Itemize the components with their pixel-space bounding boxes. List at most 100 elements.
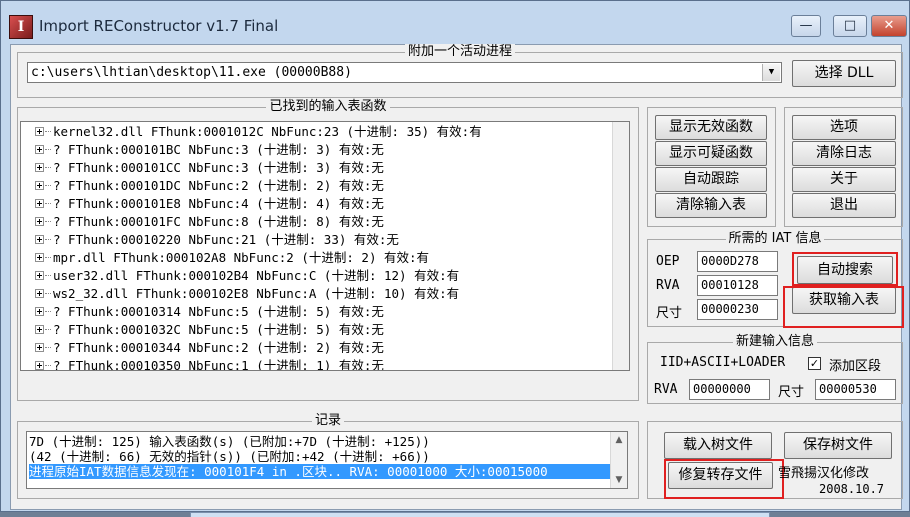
tree-connector-line (45, 149, 51, 150)
import-tree-row-label: ? FThunk:000101FC NbFunc:8 (十进制: 8) 有效:无 (53, 214, 384, 229)
expand-plus-icon[interactable] (35, 145, 44, 154)
import-tree-row[interactable]: ? FThunk:0001032C NbFunc:5 (十进制: 5) 有效:无 (21, 321, 611, 339)
log-scrollbar[interactable]: ▲ ▼ (610, 432, 627, 488)
import-tree-row-label: user32.dll FThunk:000102B4 NbFunc:C (十进制… (53, 268, 460, 283)
add-section-checkbox[interactable]: ✓ (808, 357, 821, 370)
app-icon: I (9, 15, 33, 39)
iat-size-input[interactable]: 00000230 (697, 299, 778, 320)
tree-connector-line (45, 311, 51, 312)
log-group-label: 记录 (311, 413, 344, 428)
import-tree-row-label: ? FThunk:000101E8 NbFunc:4 (十进制: 4) 有效:无 (53, 196, 384, 211)
scroll-up-icon[interactable]: ▲ (611, 432, 627, 448)
close-button[interactable]: ✕ (871, 15, 907, 37)
expand-plus-icon[interactable] (35, 289, 44, 298)
expand-plus-icon[interactable] (35, 163, 44, 172)
tree-connector-line (45, 203, 51, 204)
exit-button[interactable]: 退出 (792, 193, 896, 218)
import-tree-row[interactable]: ? FThunk:00010220 NbFunc:21 (十进制: 33) 有效… (21, 231, 611, 249)
import-tree-row-label: ws2_32.dll FThunk:000102E8 NbFunc:A (十进制… (53, 286, 460, 301)
expand-plus-icon[interactable] (35, 127, 44, 136)
import-tree-row-label: ? FThunk:000101CC NbFunc:3 (十进制: 3) 有效:无 (53, 160, 384, 175)
import-tree-row[interactable]: ? FThunk:00010350 NbFunc:1 (十进制: 1) 有效:无 (21, 357, 611, 371)
highlight-fix-dump (664, 459, 784, 499)
new-import-group-label: 新建输入信息 (732, 334, 817, 349)
import-mode-label: IID+ASCII+LOADER (660, 355, 786, 370)
import-tree-row-label: ? FThunk:00010220 NbFunc:21 (十进制: 33) 有效… (53, 232, 399, 247)
credit-date: 2008.10.7 (819, 482, 885, 496)
highlight-auto-search (792, 252, 898, 286)
minimize-button[interactable]: — (791, 15, 821, 37)
expand-plus-icon[interactable] (35, 235, 44, 244)
tree-connector-line (45, 293, 51, 294)
import-tree-row[interactable]: kernel32.dll FThunk:0001012C NbFunc:23 (… (21, 123, 611, 141)
tree-connector-line (45, 329, 51, 330)
background-window-edge (190, 512, 770, 517)
expand-plus-icon[interactable] (35, 217, 44, 226)
scroll-down-icon[interactable]: ▼ (611, 472, 627, 488)
maximize-button[interactable]: □ (833, 15, 867, 37)
new-rva-label: RVA (654, 382, 678, 397)
attach-group-label: 附加一个活动进程 (404, 44, 515, 59)
import-tree-row-label: ? FThunk:00010344 NbFunc:2 (十进制: 2) 有效:无 (53, 340, 384, 355)
expand-plus-icon[interactable] (35, 253, 44, 262)
import-tree-row-label: mpr.dll FThunk:000102A8 NbFunc:2 (十进制: 2… (53, 250, 430, 265)
expand-plus-icon[interactable] (35, 343, 44, 352)
import-tree-row[interactable]: ws2_32.dll FThunk:000102E8 NbFunc:A (十进制… (21, 285, 611, 303)
process-combo[interactable]: c:\users\lhtian\desktop\11.exe (00000B88… (27, 62, 782, 83)
import-tree-row-label: ? FThunk:00010314 NbFunc:5 (十进制: 5) 有效:无 (53, 304, 384, 319)
select-dll-button[interactable]: 选择 DLL (792, 60, 896, 87)
log-line-selected[interactable]: 进程原始IAT数据信息发现在: 000101F4 in .区块.. RVA: 0… (29, 464, 613, 479)
expand-plus-icon[interactable] (35, 307, 44, 316)
import-tree-row[interactable]: ? FThunk:00010314 NbFunc:5 (十进制: 5) 有效:无 (21, 303, 611, 321)
highlight-get-imports (783, 286, 904, 328)
import-tree-row-label: ? FThunk:0001032C NbFunc:5 (十进制: 5) 有效:无 (53, 322, 384, 337)
new-size-label: 尺寸 (778, 385, 805, 400)
import-tree-row-label: ? FThunk:000101DC NbFunc:2 (十进制: 2) 有效:无 (53, 178, 384, 193)
imports-tree[interactable]: kernel32.dll FThunk:0001012C NbFunc:23 (… (20, 121, 630, 371)
clear-imports-button[interactable]: 清除输入表 (655, 193, 767, 218)
expand-plus-icon[interactable] (35, 361, 44, 370)
imports-group-label: 已找到的输入表函数 (266, 99, 390, 114)
iat-rva-label: RVA (656, 278, 680, 293)
show-invalid-button[interactable]: 显示无效函数 (655, 115, 767, 140)
log-line: 7D (十进制: 125) 输入表函数(s) (已附加:+7D (十进制: +1… (29, 434, 430, 449)
import-tree-row-label: ? FThunk:00010350 NbFunc:1 (十进制: 1) 有效:无 (53, 358, 384, 371)
auto-trace-button[interactable]: 自动跟踪 (655, 167, 767, 192)
options-button[interactable]: 选项 (792, 115, 896, 140)
import-tree-row[interactable]: ? FThunk:000101FC NbFunc:8 (十进制: 8) 有效:无 (21, 213, 611, 231)
tree-connector-line (45, 257, 51, 258)
expand-plus-icon[interactable] (35, 325, 44, 334)
import-tree-row[interactable]: ? FThunk:000101DC NbFunc:2 (十进制: 2) 有效:无 (21, 177, 611, 195)
show-suspect-button[interactable]: 显示可疑函数 (655, 141, 767, 166)
import-tree-row[interactable]: user32.dll FThunk:000102B4 NbFunc:C (十进制… (21, 267, 611, 285)
tree-connector-line (45, 239, 51, 240)
tree-connector-line (45, 365, 51, 366)
import-tree-row[interactable]: ? FThunk:000101CC NbFunc:3 (十进制: 3) 有效:无 (21, 159, 611, 177)
new-size-input[interactable]: 00000530 (815, 379, 896, 400)
import-tree-row-label: ? FThunk:000101BC NbFunc:3 (十进制: 3) 有效:无 (53, 142, 384, 157)
import-tree-row-label: kernel32.dll FThunk:0001012C NbFunc:23 (… (53, 124, 482, 139)
title-bar[interactable]: I Import REConstructor v1.7 Final — □ ✕ (1, 1, 909, 45)
oep-input[interactable]: 0000D278 (697, 251, 778, 272)
log-list[interactable]: 7D (十进制: 125) 输入表函数(s) (已附加:+7D (十进制: +1… (26, 431, 628, 489)
iat-rva-input[interactable]: 00010128 (697, 275, 778, 296)
tree-connector-line (45, 275, 51, 276)
expand-plus-icon[interactable] (35, 271, 44, 280)
load-tree-button[interactable]: 载入树文件 (664, 432, 772, 459)
import-tree-row[interactable]: ? FThunk:000101E8 NbFunc:4 (十进制: 4) 有效:无 (21, 195, 611, 213)
expand-plus-icon[interactable] (35, 199, 44, 208)
clear-log-button[interactable]: 清除日志 (792, 141, 896, 166)
save-tree-button[interactable]: 保存树文件 (784, 432, 892, 459)
iat-info-group-label: 所需的 IAT 信息 (725, 231, 825, 246)
about-button[interactable]: 关于 (792, 167, 896, 192)
tree-connector-line (45, 131, 51, 132)
imports-tree-scrollbar[interactable] (612, 122, 629, 370)
import-tree-row[interactable]: ? FThunk:000101BC NbFunc:3 (十进制: 3) 有效:无 (21, 141, 611, 159)
oep-label: OEP (656, 254, 680, 269)
add-section-label[interactable]: 添加区段 (829, 355, 881, 374)
combo-dropdown-icon[interactable]: ▼ (762, 64, 780, 81)
new-rva-input[interactable]: 00000000 (689, 379, 770, 400)
import-tree-row[interactable]: ? FThunk:00010344 NbFunc:2 (十进制: 2) 有效:无 (21, 339, 611, 357)
import-tree-row[interactable]: mpr.dll FThunk:000102A8 NbFunc:2 (十进制: 2… (21, 249, 611, 267)
expand-plus-icon[interactable] (35, 181, 44, 190)
